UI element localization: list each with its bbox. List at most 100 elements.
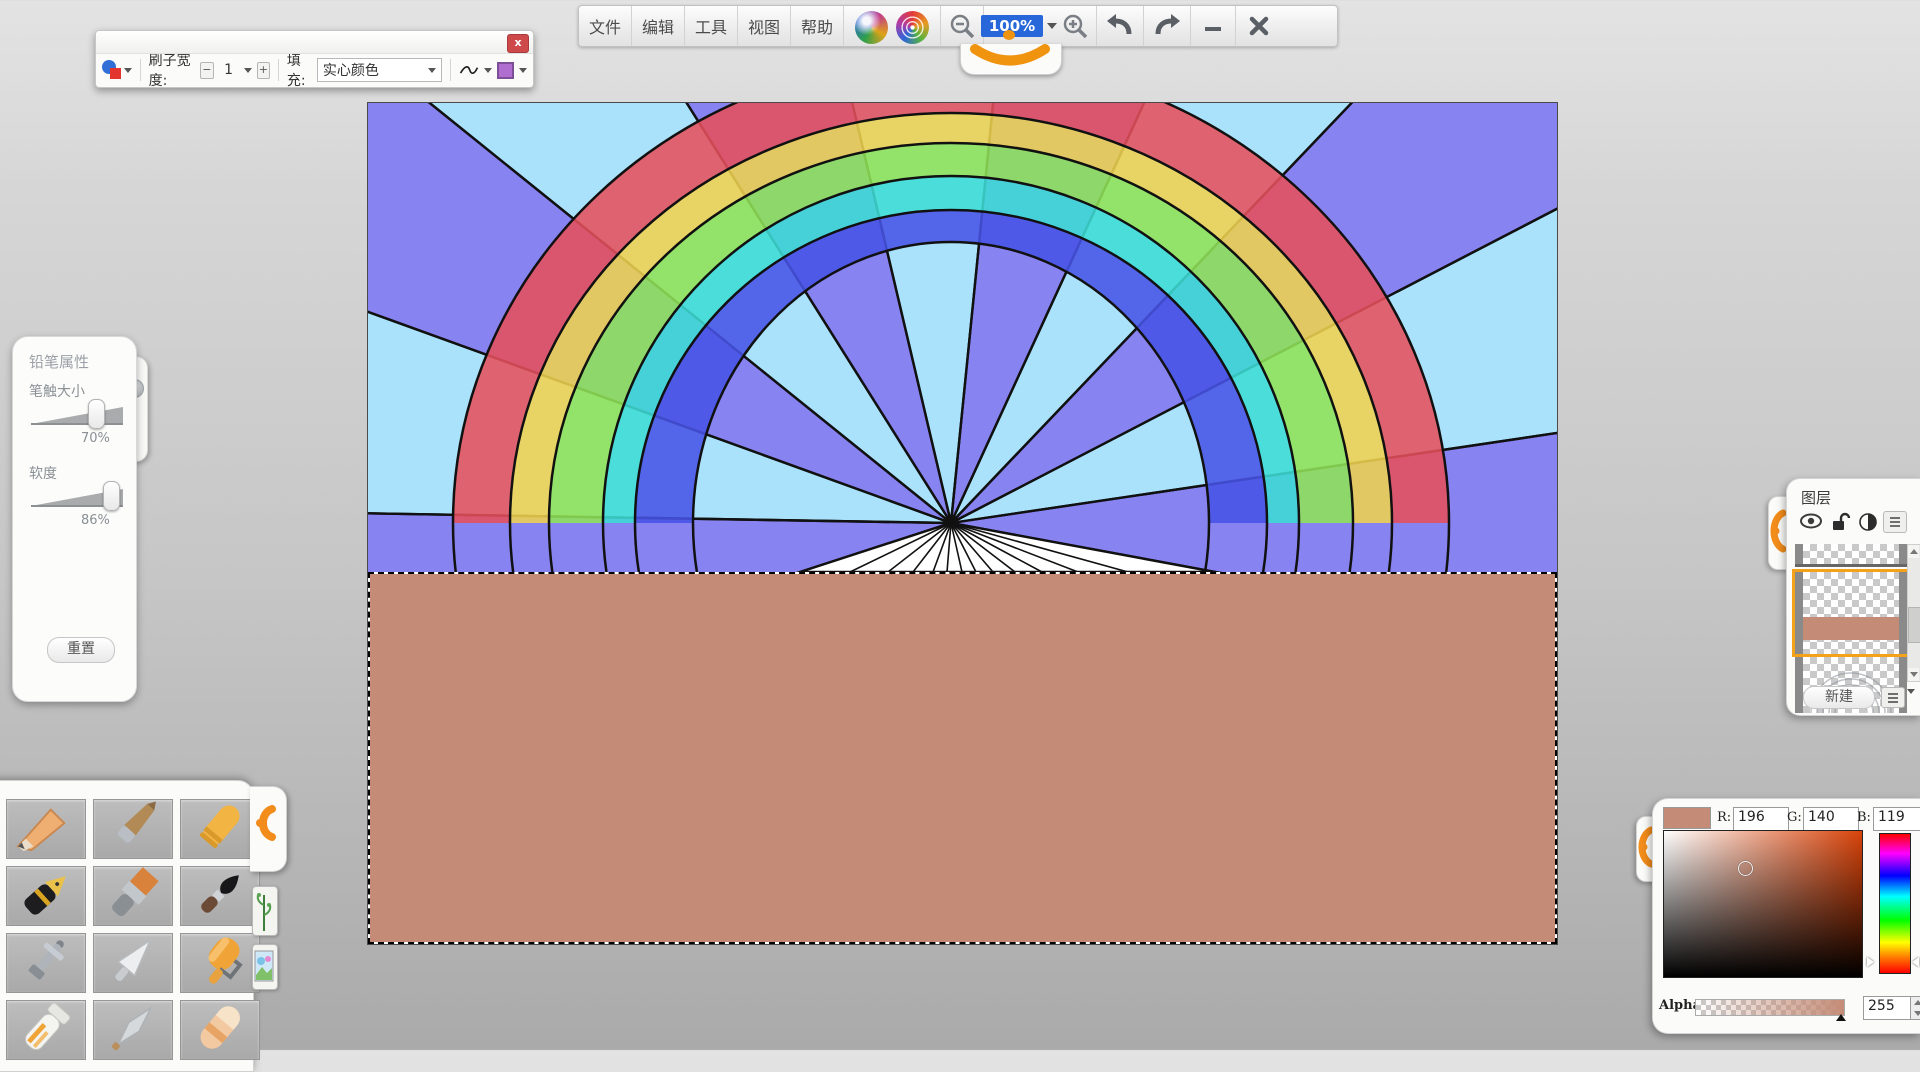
red-field[interactable]: 196: [1733, 807, 1789, 831]
undo-button[interactable]: [1097, 6, 1144, 46]
panel-handle-icon: [1769, 497, 1787, 567]
softness-thumb[interactable]: [103, 481, 120, 511]
width-caret[interactable]: [244, 68, 252, 73]
brush-options-panel: x 刷子宽度: − 1 + 填充: 实心颜色: [95, 30, 534, 88]
ground-selection[interactable]: [368, 572, 1557, 944]
redo-icon: [1152, 12, 1182, 40]
plant-brush-preset-button[interactable]: [252, 886, 278, 936]
brush-panel-handle[interactable]: [250, 786, 287, 872]
clown-smile-tab[interactable]: [960, 44, 1062, 75]
hue-marker-left-icon[interactable]: [1867, 957, 1874, 967]
blend-contrast-icon[interactable]: [1857, 511, 1881, 533]
layer-list-menu-icon[interactable]: [1881, 687, 1905, 708]
paint-roller-icon[interactable]: [180, 933, 260, 993]
layers-scrollbar[interactable]: [1907, 544, 1920, 682]
menu-help[interactable]: 帮助: [791, 6, 844, 46]
visibility-eye-icon[interactable]: [1799, 511, 1823, 533]
brush-width-label: 刷子宽度:: [149, 50, 196, 90]
layer-menu-icon[interactable]: [1883, 511, 1907, 533]
close-button[interactable]: [1236, 6, 1282, 46]
menu-edit[interactable]: 编辑: [632, 6, 685, 46]
fill-icon-caret[interactable]: [519, 68, 527, 73]
selection-region: [368, 572, 1557, 944]
layer-thumbnail-content: [1803, 617, 1899, 640]
layer-item-top[interactable]: [1795, 544, 1907, 567]
shape-caret[interactable]: [124, 68, 132, 73]
clown-smile-icon: [961, 44, 1059, 72]
minimize-button[interactable]: [1191, 6, 1236, 46]
menu-tools[interactable]: 工具: [685, 6, 738, 46]
picture-brush-preset-button[interactable]: [252, 944, 278, 990]
zoom-out-button[interactable]: [941, 6, 984, 46]
paint-tube-icon[interactable]: [6, 1000, 86, 1060]
brush-options-titlebar[interactable]: x: [96, 31, 533, 54]
green-field[interactable]: 140: [1803, 807, 1859, 831]
menu-file[interactable]: 文件: [579, 6, 632, 46]
brush-tools-panel: [0, 780, 254, 1072]
unlock-icon[interactable]: [1829, 511, 1853, 533]
airbrush-icon[interactable]: [6, 933, 86, 993]
current-color-swatch: [1663, 807, 1711, 829]
red-label: R:: [1717, 810, 1731, 825]
softness-label: 软度: [29, 463, 57, 483]
width-decrease-button[interactable]: −: [200, 62, 214, 79]
stroke-size-label: 笔触大小: [29, 381, 85, 401]
menu-view[interactable]: 视图: [738, 6, 791, 46]
fountain-pen-icon[interactable]: [6, 866, 86, 926]
mini-picture-icon: [253, 945, 275, 987]
stroke-size-thumb[interactable]: [88, 399, 105, 429]
close-icon: [1248, 15, 1270, 37]
main-toolbar: 文件 编辑 工具 视图 帮助 100%: [578, 5, 1338, 47]
hue-marker-right-icon[interactable]: [1912, 957, 1919, 967]
crayon-icon[interactable]: [180, 799, 260, 859]
clown-right-eye-icon[interactable]: [896, 11, 929, 44]
brush-width-value[interactable]: 1: [219, 62, 239, 78]
layer-list-menu-caret[interactable]: [1907, 694, 1915, 713]
eraser-icon[interactable]: [180, 1000, 260, 1060]
minimize-icon: [1202, 15, 1224, 37]
hue-slider[interactable]: [1879, 833, 1911, 974]
fill-style-value: 实心颜色: [323, 60, 379, 80]
layer-item-selected[interactable]: [1792, 569, 1910, 657]
stroke-size-value: 70%: [81, 431, 110, 446]
reset-button[interactable]: 重置: [47, 637, 115, 663]
alpha-stepper[interactable]: [1910, 996, 1920, 1020]
shape-color-icon[interactable]: [102, 60, 119, 80]
drawing-canvas[interactable]: [368, 103, 1557, 944]
blue-label: B:: [1857, 810, 1871, 825]
rainbow-sunburst-artwork: [368, 103, 1557, 572]
fill-label: 填充:: [287, 50, 312, 90]
new-layer-button[interactable]: 新建: [1803, 686, 1875, 709]
scroll-up-icon[interactable]: [1908, 545, 1919, 558]
softness-value: 86%: [81, 513, 110, 528]
zoom-in-button[interactable]: [1054, 6, 1097, 46]
ink-brush-icon[interactable]: [180, 866, 260, 926]
saturation-value-picker[interactable]: [1663, 830, 1863, 978]
layers-panel: 图层 新建: [1786, 478, 1920, 716]
curve-caret[interactable]: [484, 68, 492, 73]
palette-knife-icon[interactable]: [93, 933, 173, 993]
stroke-size-slider[interactable]: [31, 407, 123, 424]
sv-cursor-icon[interactable]: [1738, 861, 1753, 876]
clown-nose-icon: [1003, 30, 1015, 40]
pencil-icon[interactable]: [6, 799, 86, 859]
blue-field[interactable]: 119: [1873, 807, 1920, 831]
scrollbar-thumb[interactable]: [1908, 607, 1920, 643]
alpha-marker-icon[interactable]: [1836, 1014, 1846, 1021]
fill-style-icon[interactable]: [497, 62, 514, 79]
zoom-in-icon: [1061, 12, 1089, 40]
width-increase-button[interactable]: +: [257, 62, 271, 79]
zoom-level-group: 100%: [984, 6, 1054, 46]
redo-button[interactable]: [1144, 6, 1191, 46]
pastel-stick-icon[interactable]: [93, 799, 173, 859]
flat-brush-icon[interactable]: [93, 866, 173, 926]
color-picker-panel: R: 196 G: 140 B: 119 Alpha 255: [1652, 798, 1920, 1034]
scroll-down-icon[interactable]: [1908, 668, 1919, 681]
clown-left-eye-icon[interactable]: [855, 11, 888, 44]
pencil-panel-title: 铅笔属性: [29, 351, 89, 372]
stroke-curve-icon[interactable]: [459, 62, 479, 78]
fill-style-select[interactable]: 实心颜色: [317, 58, 442, 82]
alpha-slider[interactable]: [1695, 999, 1845, 1016]
liner-brush-icon[interactable]: [93, 1000, 173, 1060]
panel-close-button[interactable]: x: [507, 34, 529, 53]
